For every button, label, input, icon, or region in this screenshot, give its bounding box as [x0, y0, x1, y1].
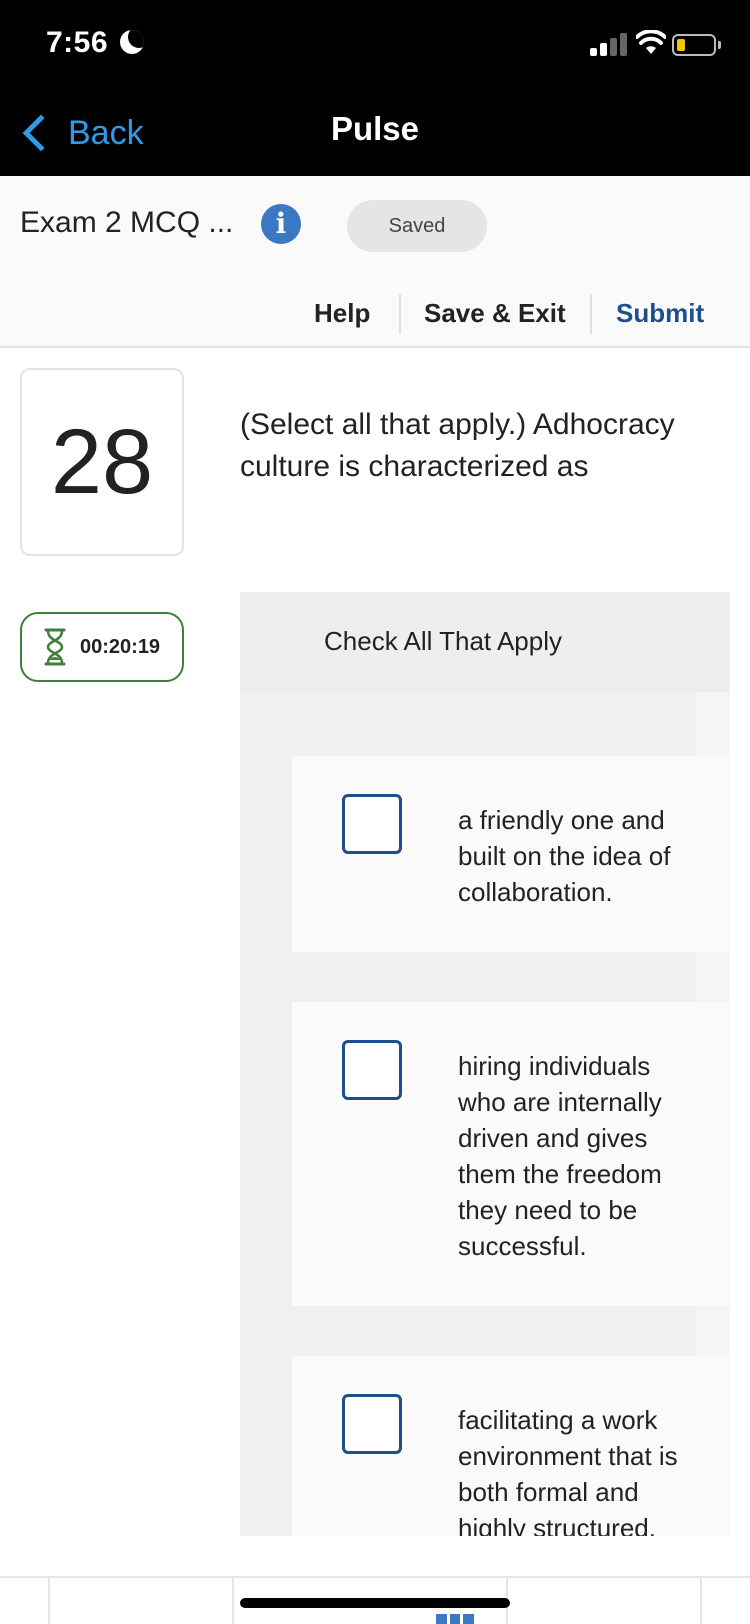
- exam-toolbar: Help Save & Exit Submit: [0, 286, 750, 340]
- status-bar: 7:56: [0, 0, 750, 90]
- back-button[interactable]: Back: [16, 108, 144, 158]
- exam-header: Exam 2 MCQ ... i Saved Help Save & Exit …: [0, 176, 750, 348]
- chevron-left-icon: [22, 114, 60, 152]
- battery-icon: [672, 34, 716, 56]
- option-checkbox[interactable]: [342, 794, 402, 854]
- bottom-divider: [232, 1578, 234, 1624]
- bottom-divider: [48, 1578, 50, 1624]
- question-number: 28: [50, 411, 154, 513]
- back-label: Back: [68, 113, 144, 152]
- help-button[interactable]: Help: [314, 286, 370, 340]
- save-exit-button[interactable]: Save & Exit: [424, 286, 566, 340]
- battery-tip: [718, 41, 721, 49]
- timer-value: 00:20:19: [80, 635, 161, 658]
- cellular-signal-icon: [590, 32, 628, 56]
- answer-option[interactable]: hiring individuals who are internally dr…: [292, 1002, 730, 1306]
- answer-instruction: Check All That Apply: [324, 626, 562, 656]
- question-text: (Select all that apply.) Adhocracy cultu…: [240, 408, 675, 483]
- status-time: 7:56: [46, 26, 109, 59]
- answer-panel: Check All That Apply a friendly one and …: [240, 592, 730, 1536]
- question-number-card: 28: [20, 368, 184, 556]
- wifi-icon: [636, 30, 666, 54]
- answer-option[interactable]: facilitating a work environment that is …: [292, 1356, 730, 1536]
- toolbar-divider: [590, 294, 592, 334]
- option-text: hiring individuals who are internally dr…: [458, 1051, 662, 1261]
- grid-icon[interactable]: [436, 1614, 475, 1624]
- exam-title: Exam 2 MCQ ...: [20, 206, 234, 239]
- submit-button[interactable]: Submit: [616, 286, 704, 340]
- saved-status-badge: Saved: [347, 200, 487, 252]
- bottom-divider: [700, 1578, 702, 1624]
- option-checkbox[interactable]: [342, 1394, 402, 1454]
- option-text: a friendly one and built on the idea of …: [458, 805, 671, 907]
- option-text: facilitating a work environment that is …: [458, 1405, 678, 1536]
- answer-panel-header: Check All That Apply: [240, 592, 730, 692]
- option-checkbox[interactable]: [342, 1040, 402, 1100]
- toolbar-divider: [399, 294, 401, 334]
- hourglass-icon: [44, 628, 66, 666]
- navigation-bar: Pulse Back: [0, 90, 750, 176]
- moon-icon: [120, 30, 144, 54]
- timer[interactable]: 00:20:19: [20, 612, 184, 682]
- info-circle-icon[interactable]: i: [261, 204, 301, 244]
- answer-option[interactable]: a friendly one and built on the idea of …: [292, 756, 730, 952]
- home-indicator[interactable]: [240, 1598, 510, 1608]
